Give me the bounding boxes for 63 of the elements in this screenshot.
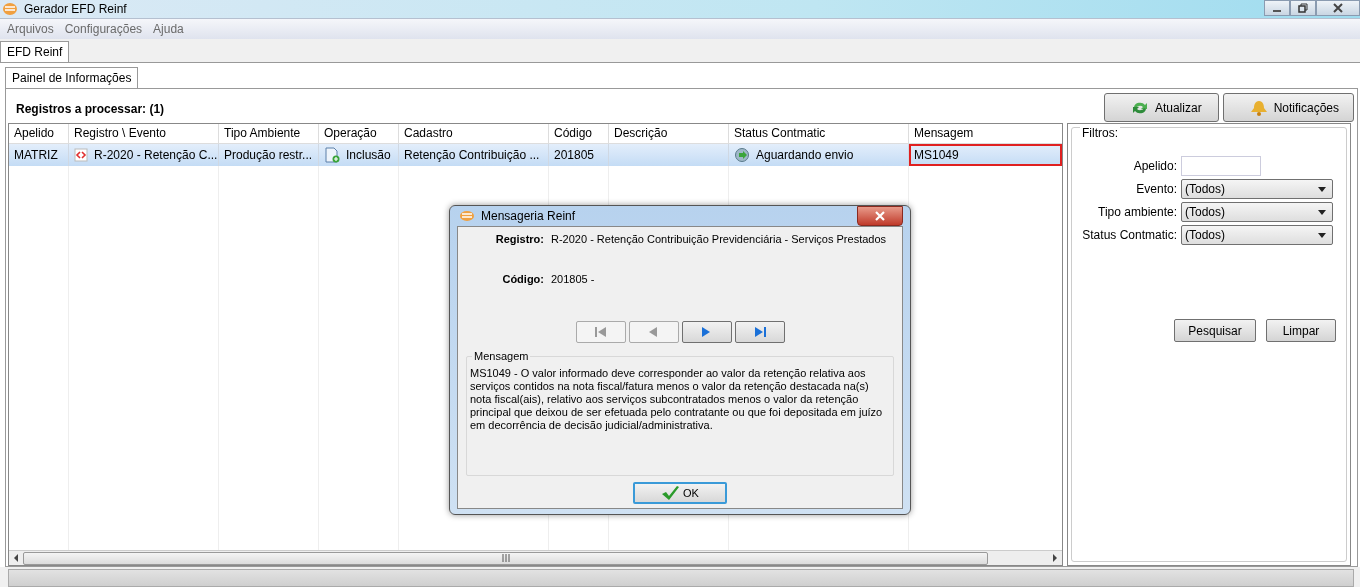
minimize-button[interactable]	[1264, 0, 1290, 16]
table-row[interactable]: MATRIZ R-2020 - Retenção C... Produção restr... Inclusão Retenção Contribuição ... 201805 Aguardando envio MS1049	[9, 144, 1062, 166]
table-cell: Aguardando envio	[756, 148, 854, 162]
dropdown-arrow-icon	[1318, 186, 1326, 192]
bell-icon	[1249, 99, 1268, 116]
group-title: Mensagem	[472, 350, 531, 362]
dropdown-arrow-icon	[1318, 232, 1326, 238]
field-label: Evento:	[1135, 182, 1177, 196]
message-text: MS1049 - O valor informado deve corresponder ao valor da retenção relativa aos serviços contidos na nota fiscal/fatura menos o valor da retenção destacada na(s) nota fiscal(ais), relativo aos serviços subcontratados menos o valor da retenção principal que deixou de ser efetuada pelo contratante ou que foi depositada em juízo em decorrência de decisão judicial/administrativa.	[470, 367, 884, 432]
field-label: Status Contmatic:	[1081, 228, 1177, 242]
table-cell: MS1049	[914, 148, 959, 162]
dropdown[interactable]: (Todos)	[1181, 225, 1333, 245]
tab[interactable]: EFD Reinf	[0, 41, 70, 62]
table-cell: 201805	[554, 148, 595, 162]
grip-icon	[501, 554, 510, 562]
dropdown-arrow-icon	[1318, 209, 1326, 215]
table-cell: Inclusão	[346, 148, 391, 162]
next-button[interactable]	[681, 321, 732, 343]
table-cell: MATRIZ	[14, 148, 58, 162]
close-icon	[875, 211, 885, 221]
field-label: Tipo ambiente:	[1097, 205, 1177, 219]
close-icon	[1333, 3, 1343, 13]
dropdown[interactable]: (Todos)	[1181, 202, 1333, 222]
menu-item[interactable]: Ajuda	[146, 22, 188, 36]
app-logo-icon	[459, 210, 475, 222]
field-label: Registro:	[494, 233, 544, 247]
input-field[interactable]	[1181, 156, 1261, 176]
menu-item[interactable]: Configurações	[57, 22, 147, 36]
close-button[interactable]	[1316, 0, 1360, 16]
clear-button[interactable]: Limpar	[1266, 319, 1336, 342]
field-label: Apelido:	[1132, 159, 1177, 173]
notifications-button[interactable]: Notificações	[1222, 93, 1354, 122]
field-value: R-2020 - Retenção Contribuição Previdenciária - Serviços Prestados	[551, 233, 887, 247]
skip-icon	[753, 327, 766, 337]
records-count: Registros a processar: (1)	[16, 102, 165, 118]
horizontal-scrollbar[interactable]	[9, 550, 1062, 565]
app-logo-icon	[2, 2, 18, 16]
field-value: 201805 -	[551, 273, 595, 287]
close-button[interactable]	[857, 206, 903, 226]
last-button[interactable]	[734, 321, 785, 343]
window-title: Gerador EFD Reinf	[24, 2, 127, 16]
table-cell: R-2020 - Retenção C...	[94, 148, 218, 162]
table-cell: Produção restr...	[224, 148, 313, 162]
group-title: Filtros:	[1080, 126, 1120, 140]
search-button[interactable]: Pesquisar	[1174, 319, 1256, 342]
restore-icon	[1298, 3, 1308, 13]
skip-icon	[594, 327, 607, 337]
code-file-icon	[74, 148, 88, 162]
checkmark-icon	[661, 485, 680, 501]
document-add-icon	[324, 147, 340, 163]
refresh-button[interactable]: Atualizar	[1103, 93, 1219, 122]
play-icon	[647, 327, 660, 337]
column-header[interactable]: Mensagem	[909, 124, 1062, 144]
dropdown[interactable]: (Todos)	[1181, 179, 1333, 199]
menu-item[interactable]: Arquivos	[0, 22, 58, 36]
scroll-right-icon	[1052, 554, 1058, 562]
field-label: Código:	[501, 273, 544, 287]
restore-button[interactable]	[1290, 0, 1316, 16]
table-cell: Retenção Contribuição ...	[404, 148, 540, 162]
scroll-left-icon	[13, 554, 19, 562]
dialog-title: Mensageria Reinf	[481, 209, 576, 223]
ok-button[interactable]: OK	[633, 482, 727, 504]
tab[interactable]: Painel de Informações	[5, 67, 139, 88]
